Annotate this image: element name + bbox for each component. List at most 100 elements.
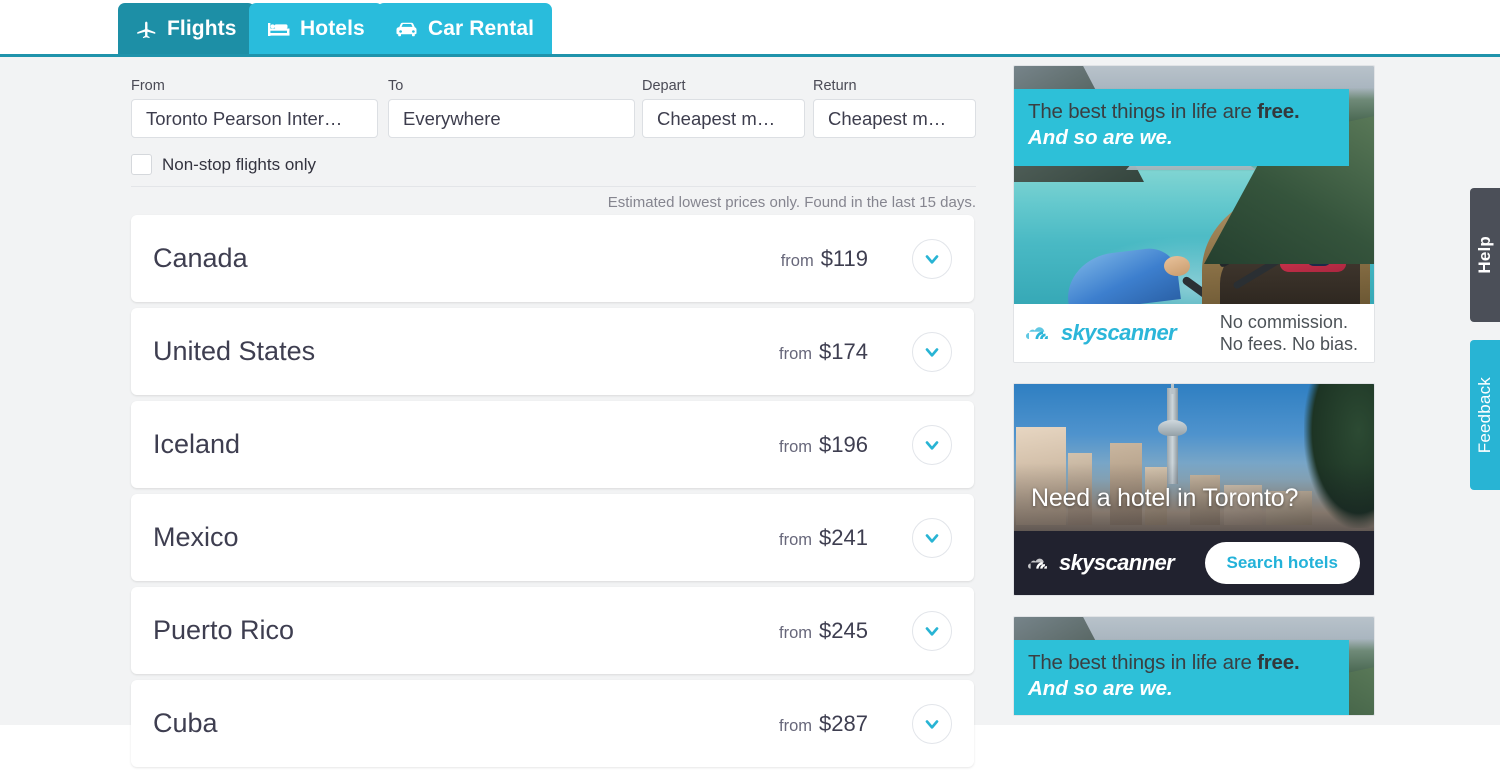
ad-skyscanner-free[interactable]: The best things in life are free. And so…	[1013, 65, 1375, 363]
skyscanner-wordmark: skyscanner	[1059, 550, 1175, 575]
paddle-blade	[1213, 238, 1249, 269]
field-to-label: To	[388, 78, 404, 94]
ad-hotel-footer: skyscanner Search hotels	[1014, 531, 1374, 595]
skyscanner-logo: skyscanner	[1026, 320, 1177, 346]
flight-search-form: From Toronto Pearson Inter… To Everywher…	[131, 78, 976, 175]
results-note-row: Estimated lowest prices only. Found in t…	[131, 186, 976, 212]
tab-hotels[interactable]: Hotels	[249, 3, 383, 54]
paddler-vest	[1306, 214, 1332, 266]
skyscanner-cloud-icon	[1028, 558, 1047, 569]
ad-headline-line1: The best things in life are free.	[1028, 99, 1349, 125]
destination-name: Canada	[153, 243, 248, 273]
chevron-down-icon	[925, 347, 939, 357]
help-side-tab-label: Help	[1475, 236, 1494, 274]
paddler-hand	[1164, 256, 1190, 276]
price-from-label: from	[779, 623, 813, 642]
airplane-icon	[136, 18, 158, 40]
depart-input[interactable]: Cheapest m…	[642, 99, 805, 138]
expand-row-button[interactable]	[912, 424, 952, 465]
nonstop-checkbox[interactable]	[131, 154, 152, 175]
field-from-label: From	[131, 78, 165, 94]
chevron-down-icon	[925, 440, 939, 450]
ad-rail: The best things in life are free. And so…	[1013, 65, 1375, 716]
ad-skyscanner-free-repeat[interactable]: The best things in life are free. And so…	[1013, 616, 1375, 716]
nonstop-label: Non-stop flights only	[162, 154, 317, 174]
tab-car-rental-label: Car Rental	[428, 16, 535, 40]
chevron-down-icon	[925, 254, 939, 264]
chevron-down-icon	[925, 626, 939, 636]
skyscanner-cloud-icon	[1026, 327, 1048, 339]
tab-flights-label: Flights	[167, 16, 237, 40]
price-value: $119	[820, 245, 868, 271]
cn-tower-pod	[1158, 420, 1187, 436]
tab-car-rental[interactable]: Car Rental	[377, 3, 553, 54]
destination-name: Iceland	[153, 429, 241, 459]
price-value: $241	[819, 524, 868, 550]
tab-hotels-label: Hotels	[300, 16, 365, 40]
destination-row[interactable]: Cuba from $287	[131, 680, 974, 767]
help-side-tab[interactable]: Help	[1470, 188, 1500, 322]
ad-tagline-line1: No commission.	[1219, 312, 1348, 332]
ad-tagline-line2: No fees. No bias.	[1219, 334, 1358, 354]
price-value: $196	[819, 431, 868, 457]
ad-toronto-hotel[interactable]: Need a hotel in Toronto? skyscanner Sear…	[1013, 383, 1375, 596]
from-input[interactable]: Toronto Pearson Inter…	[131, 99, 378, 138]
destination-row[interactable]: Mexico from $241	[131, 494, 974, 581]
price-from-label: from	[779, 437, 813, 456]
ad-hotel-headline: Need a hotel in Toronto?	[1031, 484, 1299, 512]
destination-row[interactable]: Canada from $119	[131, 215, 974, 302]
destination-results-list: Canada from $119 United States from $174 Icela…	[131, 215, 974, 773]
skyscanner-wordmark: skyscanner	[1061, 320, 1177, 345]
feedback-side-tab[interactable]: Feedback	[1470, 340, 1500, 490]
paddler-body	[1280, 194, 1346, 272]
field-to: To Everywhere	[388, 78, 635, 138]
ad-headline-plain: The best things in life are	[1028, 100, 1258, 123]
cn-tower-spire	[1171, 384, 1174, 394]
ad-footer: skyscanner No commission. No fees. No bi…	[1014, 304, 1374, 362]
field-from: From Toronto Pearson Inter…	[131, 78, 378, 138]
ad-headline-bold: free.	[1257, 651, 1300, 674]
ad-headline-band: The best things in life are free. And so…	[1014, 89, 1349, 166]
chevron-down-icon	[925, 533, 939, 543]
return-input[interactable]: Cheapest m…	[813, 99, 976, 138]
price-value: $174	[819, 338, 868, 364]
bed-icon	[267, 19, 291, 39]
nonstop-row: Non-stop flights only	[131, 154, 316, 175]
to-input[interactable]: Everywhere	[388, 99, 635, 138]
feedback-side-tab-label: Feedback	[1475, 376, 1494, 454]
car-icon	[395, 19, 419, 39]
price-from-label: from	[779, 344, 813, 363]
expand-row-button[interactable]	[912, 703, 952, 744]
destination-name: Puerto Rico	[153, 615, 295, 645]
field-depart: Depart Cheapest m…	[642, 78, 805, 138]
price-from-label: from	[779, 716, 813, 735]
destination-name: United States	[153, 336, 316, 366]
destination-name: Cuba	[153, 708, 218, 738]
expand-row-button[interactable]	[912, 517, 952, 558]
main-tab-bar: Flights Hotels Car Rental	[0, 0, 1500, 57]
tab-flights[interactable]: Flights	[118, 3, 255, 54]
chevron-down-icon	[925, 719, 939, 729]
price-from-label: from	[780, 251, 814, 270]
ad-headline-bold: free.	[1257, 100, 1300, 123]
ad-headline-line2: And so are we.	[1028, 126, 1173, 149]
destination-row[interactable]: Puerto Rico from $245	[131, 587, 974, 674]
results-note: Estimated lowest prices only. Found in t…	[607, 194, 976, 211]
destination-row[interactable]: Iceland from $196	[131, 401, 974, 488]
price-value: $245	[819, 617, 868, 643]
expand-row-button[interactable]	[912, 238, 952, 279]
expand-row-button[interactable]	[912, 331, 952, 372]
search-hotels-button[interactable]: Search hotels	[1204, 542, 1360, 584]
paddler-head	[1304, 172, 1344, 214]
ad-headline-band: The best things in life are free. And so…	[1014, 640, 1349, 715]
price-from-label: from	[779, 530, 813, 549]
expand-row-button[interactable]	[912, 610, 952, 651]
search-fields: From Toronto Pearson Inter… To Everywher…	[131, 78, 976, 144]
ad-headline-line2: And so are we.	[1028, 677, 1173, 700]
skyscanner-logo: skyscanner	[1028, 550, 1175, 576]
field-depart-label: Depart	[642, 78, 686, 94]
field-return: Return Cheapest m…	[813, 78, 976, 138]
destination-name: Mexico	[153, 522, 239, 552]
ad-headline-plain: The best things in life are	[1028, 651, 1258, 674]
destination-row[interactable]: United States from $174	[131, 308, 974, 395]
